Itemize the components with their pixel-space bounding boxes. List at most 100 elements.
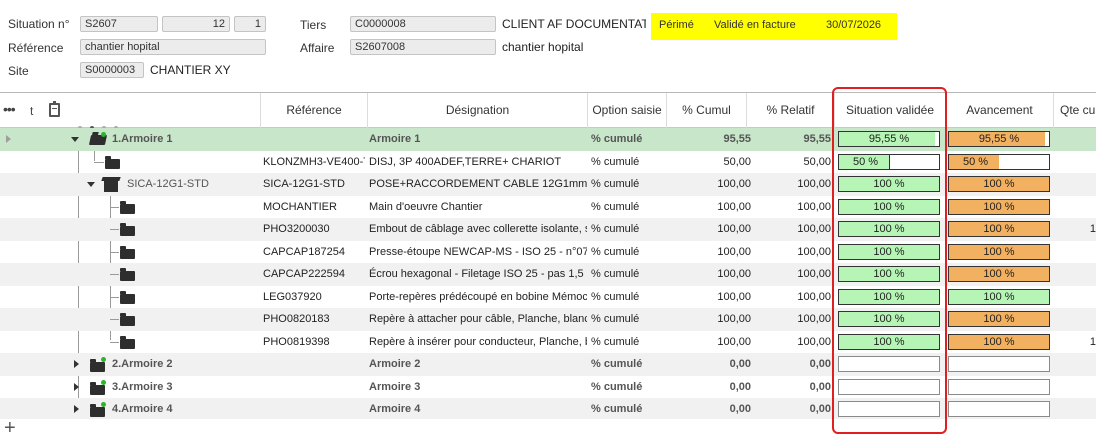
cell-cumul[interactable]: 100,00 (668, 241, 751, 264)
cell-cumul[interactable]: 100,00 (668, 331, 751, 354)
avancement-progress-bar[interactable]: 100 % (948, 311, 1050, 327)
avancement-progress-bar[interactable]: 50 % (948, 153, 1050, 170)
cell-reference[interactable]: PHO0820183 (263, 308, 365, 331)
cell-reference[interactable]: CAPCAP222594 (263, 263, 365, 286)
avancement-progress-bar[interactable] (948, 356, 1050, 372)
cell-relatif[interactable]: 100,00 (748, 241, 831, 264)
cell-cumul[interactable]: 100,00 (668, 286, 751, 309)
cell-cumul[interactable]: 100,00 (668, 263, 751, 286)
add-icon[interactable]: + (4, 418, 16, 438)
cell-designation[interactable]: Armoire 4 (369, 398, 587, 419)
cell-cumul[interactable]: 50,00 (668, 151, 751, 174)
table-row[interactable]: PHO3200030 Embout de câblage avec collere… (0, 218, 1096, 241)
table-row[interactable]: MOCHANTIER Main d'oeuvre Chantier% cumulé… (0, 196, 1096, 219)
cell-relatif[interactable]: 0,00 (748, 353, 831, 376)
more-options-icon[interactable]: ••• (3, 101, 16, 117)
expand-caret[interactable] (74, 360, 79, 368)
situation-number-field[interactable]: 12 (162, 16, 230, 32)
cell-cumul[interactable]: 0,00 (668, 353, 751, 376)
table-row[interactable]: CAPCAP222594 Écrou hexagonal - Filetage I… (0, 263, 1096, 286)
cell-designation[interactable]: Armoire 2 (369, 353, 587, 376)
cell-option[interactable]: % cumulé (591, 331, 665, 354)
col-cumul[interactable]: % Cumul (666, 93, 746, 128)
cell-designation[interactable]: Porte-repères prédécoupé en bobine Mémoc… (369, 286, 587, 309)
site-code-field[interactable]: S0000003 (80, 62, 144, 78)
avancement-progress-bar[interactable] (948, 401, 1050, 417)
cell-reference[interactable]: LEG037920 (263, 286, 365, 309)
avancement-progress-bar[interactable]: 100 % (948, 243, 1050, 260)
situation-progress-bar[interactable]: 100 % (838, 198, 940, 215)
table-row[interactable]: LEG037920 Porte-repères prédécoupé en bob… (0, 286, 1096, 309)
cell-relatif[interactable]: 100,00 (748, 173, 831, 196)
avancement-progress-bar[interactable]: 100 % (948, 266, 1050, 282)
cell-qte[interactable] (1060, 398, 1096, 419)
cell-reference[interactable]: MOCHANTIER (263, 196, 365, 219)
cell-qte[interactable] (1060, 308, 1096, 331)
cell-designation[interactable]: Repère à attacher pour câble, Planche, b… (369, 308, 587, 331)
cell-qte[interactable] (1060, 151, 1096, 174)
cell-designation[interactable]: Écrou hexagonal - Filetage ISO 25 - pas … (369, 263, 587, 286)
cell-cumul[interactable]: 100,00 (668, 218, 751, 241)
table-row[interactable]: PHO0820183 Repère à attacher pour câble, … (0, 308, 1096, 331)
cell-option[interactable]: % cumulé (591, 398, 665, 419)
situation-index-field[interactable]: 1 (234, 16, 266, 32)
table-row[interactable]: KLONZMH3-VE400-T-ADISJ, 3P 400ADEF,TERRE… (0, 151, 1096, 174)
cell-relatif[interactable]: 100,00 (748, 286, 831, 309)
cell-option[interactable]: % cumulé (591, 241, 665, 264)
cell-qte[interactable] (1060, 286, 1096, 309)
cell-designation[interactable]: Repère à insérer pour conducteur, Planch… (369, 331, 587, 354)
cell-relatif[interactable]: 0,00 (748, 376, 831, 399)
affaire-code-field[interactable]: S2607008 (350, 39, 496, 55)
cell-designation[interactable]: Armoire 1 (369, 128, 587, 151)
table-row[interactable]: 2.Armoire 2 Armoire 2% cumulé 0,00 0,00 (0, 353, 1096, 376)
cell-cumul[interactable]: 100,00 (668, 173, 751, 196)
situation-progress-bar[interactable]: 100 % (838, 333, 940, 350)
cell-designation[interactable]: Armoire 3 (369, 376, 587, 399)
cell-qte[interactable] (1060, 196, 1096, 219)
cell-reference[interactable]: CAPCAP187254 (263, 241, 365, 264)
cell-cumul[interactable]: 0,00 (668, 376, 751, 399)
cell-reference[interactable]: PHO3200030 (263, 218, 365, 241)
cell-relatif[interactable]: 50,00 (748, 151, 831, 174)
cell-option[interactable]: % cumulé (591, 151, 665, 174)
situation-progress-bar[interactable]: 100 % (838, 221, 940, 237)
cell-relatif[interactable]: 100,00 (748, 308, 831, 331)
cell-reference[interactable]: PHO0819398 (263, 331, 365, 354)
cell-qte[interactable] (1060, 376, 1096, 399)
situation-progress-bar[interactable]: 100 % (838, 288, 940, 305)
situation-progress-bar[interactable] (838, 356, 940, 372)
col-reference[interactable]: Référence (260, 93, 367, 128)
avancement-progress-bar[interactable]: 100 % (948, 333, 1050, 350)
table-row[interactable]: PHO0819398 Repère à insérer pour conducte… (0, 331, 1096, 354)
cell-option[interactable]: % cumulé (591, 286, 665, 309)
avancement-progress-bar[interactable]: 100 % (948, 288, 1050, 305)
table-row[interactable]: 4.Armoire 4 Armoire 4% cumulé 0,00 0,00 (0, 398, 1096, 419)
situation-progress-bar[interactable]: 100 % (838, 243, 940, 260)
avancement-progress-bar[interactable]: 100 % (948, 221, 1050, 237)
cell-relatif[interactable]: 95,55 (748, 128, 831, 151)
cell-option[interactable]: % cumulé (591, 196, 665, 219)
col-avancement[interactable]: Avancement (945, 93, 1053, 128)
cell-relatif[interactable]: 100,00 (748, 218, 831, 241)
cell-designation[interactable]: Embout de câblage avec collerette isolan… (369, 218, 587, 241)
cell-cumul[interactable]: 100,00 (668, 196, 751, 219)
col-situation[interactable]: Situation validée (834, 93, 945, 128)
tiers-code-field[interactable]: C0000008 (350, 16, 496, 32)
cell-designation[interactable]: DISJ, 3P 400ADEF,TERRE+ CHARIOT (369, 151, 587, 174)
table-row[interactable]: 3.Armoire 3 Armoire 3% cumulé 0,00 0,00 (0, 376, 1096, 399)
clipboard-icon[interactable] (49, 101, 60, 117)
cell-qte[interactable] (1060, 173, 1096, 196)
cell-reference[interactable] (263, 128, 365, 151)
situation-progress-bar[interactable]: 100 % (838, 176, 940, 192)
situation-code-field[interactable]: S2607 (80, 16, 158, 32)
cell-designation[interactable]: Presse-étoupe NEWCAP-MS - ISO 25 - n°07 … (369, 241, 587, 264)
cell-qte[interactable]: 1 (1060, 331, 1096, 354)
cell-qte[interactable] (1060, 241, 1096, 264)
expand-caret[interactable] (74, 382, 79, 391)
avancement-progress-bar[interactable] (948, 378, 1050, 395)
col-qte[interactable]: Qte cum (1053, 93, 1096, 128)
cell-qte[interactable]: 1 (1060, 218, 1096, 241)
avancement-progress-bar[interactable]: 95,55 % (948, 131, 1050, 147)
situation-progress-bar[interactable] (838, 401, 940, 417)
cell-relatif[interactable]: 0,00 (748, 398, 831, 419)
